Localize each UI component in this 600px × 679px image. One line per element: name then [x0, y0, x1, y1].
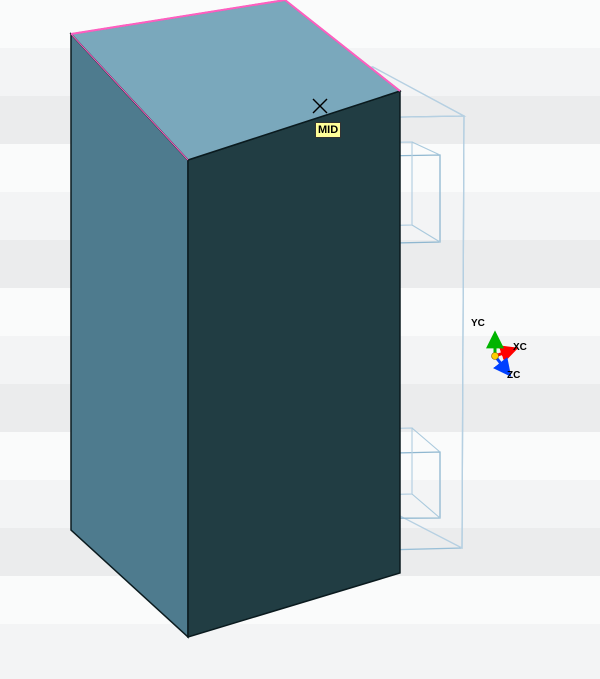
view-triad[interactable]: YC XC ZC — [465, 326, 525, 386]
axis-label-y: YC — [471, 318, 485, 329]
solid-face-front — [188, 91, 400, 637]
cad-viewport[interactable]: MID YC XC ZC — [0, 0, 600, 679]
snap-label: MID — [315, 122, 341, 138]
axis-label-x: XC — [513, 342, 527, 353]
axis-label-z: ZC — [507, 370, 520, 381]
